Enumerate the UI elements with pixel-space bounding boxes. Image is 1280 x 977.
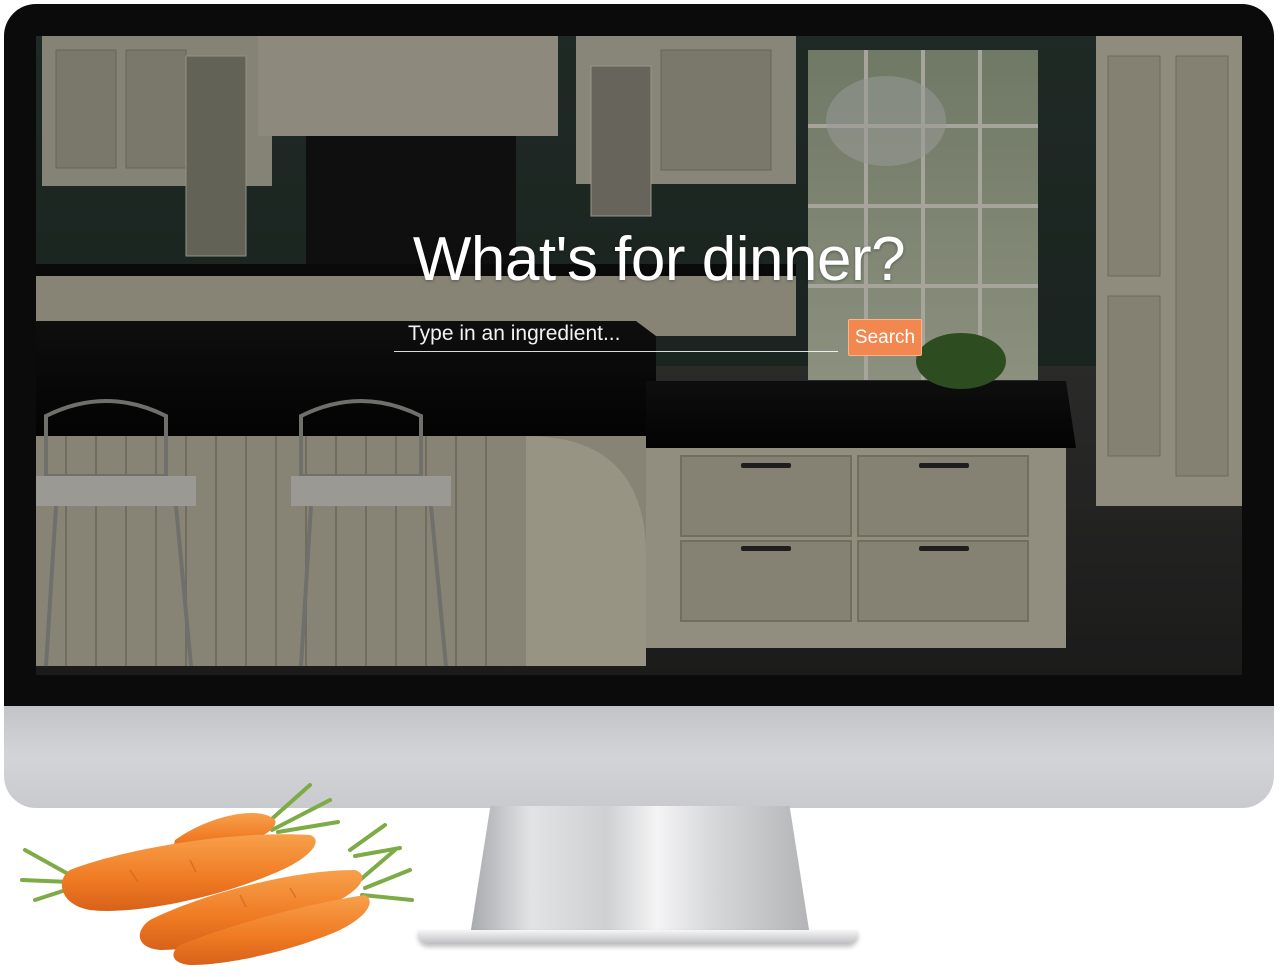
monitor-screen: What's for dinner? Search: [36, 36, 1242, 675]
monitor-base: [418, 930, 858, 944]
search-form: Search: [394, 318, 924, 358]
hero-title: What's for dinner?: [412, 225, 906, 294]
carrots-image: [20, 783, 414, 965]
ingredient-search-input[interactable]: [394, 318, 838, 352]
monitor-stand: [470, 806, 810, 936]
search-button[interactable]: Search: [848, 319, 922, 356]
